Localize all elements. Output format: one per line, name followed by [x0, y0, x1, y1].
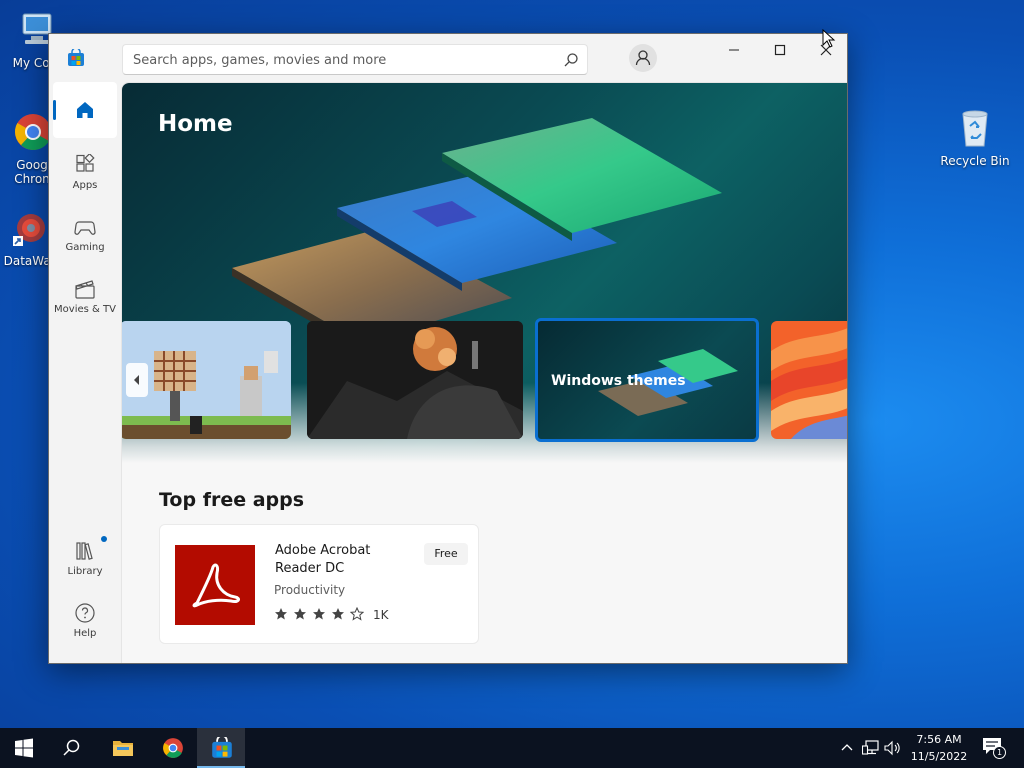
nav-item-apps[interactable]: Apps — [53, 144, 117, 200]
star-filled-icon — [313, 608, 325, 620]
chevron-up-icon[interactable] — [840, 740, 854, 754]
nav-label: Help — [73, 628, 97, 639]
carousel-card[interactable] — [771, 321, 847, 439]
star-empty-icon — [350, 607, 364, 621]
taskbar-search-button[interactable] — [48, 728, 96, 768]
library-icon — [76, 542, 93, 560]
nav-item-gaming[interactable]: Gaming — [53, 206, 117, 262]
clapperboard-icon — [75, 280, 95, 299]
section-title[interactable]: Top free apps — [159, 489, 304, 511]
search-input[interactable] — [133, 51, 543, 69]
folder-icon — [113, 741, 133, 756]
minimize-icon — [729, 49, 739, 51]
desktop-icon-label: Goog Chron — [14, 158, 50, 186]
system-clock[interactable]: 7:56 AM 11/5/2022 — [904, 731, 974, 765]
chevron-left-icon — [134, 375, 139, 385]
help-icon — [75, 603, 95, 623]
clock-date: 11/5/2022 — [910, 750, 968, 763]
app-rating: 1K — [274, 607, 389, 623]
recycle-bin-icon — [962, 110, 988, 147]
desktop-icon-recycle-bin[interactable]: Recycle Bin — [938, 108, 1012, 168]
account-button[interactable] — [629, 44, 657, 72]
start-button[interactable] — [0, 728, 48, 768]
carousel-card-title: Windows themes — [551, 373, 686, 389]
store-logo-icon — [68, 49, 84, 66]
library-update-dot — [101, 536, 107, 542]
store-window: Apps Gaming Movies & TV Library — [48, 33, 848, 664]
title-bar — [49, 34, 847, 82]
search-icon[interactable] — [563, 52, 579, 68]
search-icon — [63, 739, 80, 756]
maximize-icon — [774, 44, 786, 56]
store-logo-icon — [212, 737, 232, 758]
nav-label: Library — [67, 566, 103, 577]
search-box[interactable] — [122, 44, 588, 75]
nav-item-help[interactable]: Help — [53, 592, 117, 648]
notification-count: 1 — [993, 746, 1006, 759]
mouse-cursor-icon — [822, 29, 836, 48]
game-thumbnail — [307, 321, 523, 439]
network-icon[interactable] — [862, 740, 880, 756]
apps-icon — [76, 154, 95, 172]
nav-item-movies-tv[interactable]: Movies & TV — [53, 268, 117, 324]
windows-logo-icon — [15, 738, 33, 758]
app-price-badge[interactable]: Free — [424, 543, 468, 565]
datawag-icon — [13, 214, 45, 246]
main-content: Home Windows themes Top free apps Adobe … — [121, 82, 847, 663]
person-icon — [635, 50, 651, 66]
wallpaper-thumbnail — [771, 321, 847, 439]
app-card-adobe-acrobat[interactable]: Adobe Acrobat Reader DC Productivity 1K … — [159, 524, 479, 644]
nav-item-library[interactable]: Library — [53, 530, 117, 586]
app-category: Productivity — [274, 583, 346, 597]
nav-label: Apps — [72, 180, 98, 191]
taskbar: 7:56 AM 11/5/2022 1 — [0, 728, 1024, 768]
star-filled-icon — [294, 608, 306, 620]
carousel-card-windows-themes[interactable]: Windows themes — [535, 318, 759, 442]
nav-label: Movies & TV — [54, 304, 116, 315]
star-filled-icon — [332, 608, 344, 620]
volume-icon[interactable] — [884, 740, 902, 756]
acrobat-logo-icon — [175, 545, 255, 625]
nav-label: Gaming — [65, 242, 105, 253]
file-explorer-button[interactable] — [98, 728, 146, 768]
page-title: Home — [158, 111, 233, 137]
home-icon — [77, 102, 93, 118]
desktop-icon-label: Recycle Bin — [940, 154, 1010, 168]
side-navigation: Apps Gaming Movies & TV Library Help — [49, 82, 121, 663]
nav-item-home[interactable] — [53, 82, 117, 138]
app-name: Adobe Acrobat Reader DC — [275, 543, 371, 576]
chrome-taskbar-button[interactable] — [148, 728, 196, 768]
carousel-card[interactable] — [307, 321, 523, 439]
rating-count: 1K — [373, 608, 389, 622]
carousel-previous-button[interactable] — [126, 363, 148, 397]
gamepad-icon — [74, 221, 96, 235]
maximize-button[interactable] — [757, 34, 803, 66]
action-center-button[interactable]: 1 — [982, 737, 1006, 759]
chrome-icon — [14, 114, 51, 150]
clock-time: 7:56 AM — [916, 733, 962, 746]
store-taskbar-button[interactable] — [197, 728, 245, 768]
minimize-button[interactable] — [711, 34, 757, 66]
star-filled-icon — [275, 608, 287, 620]
chrome-icon — [163, 738, 183, 758]
